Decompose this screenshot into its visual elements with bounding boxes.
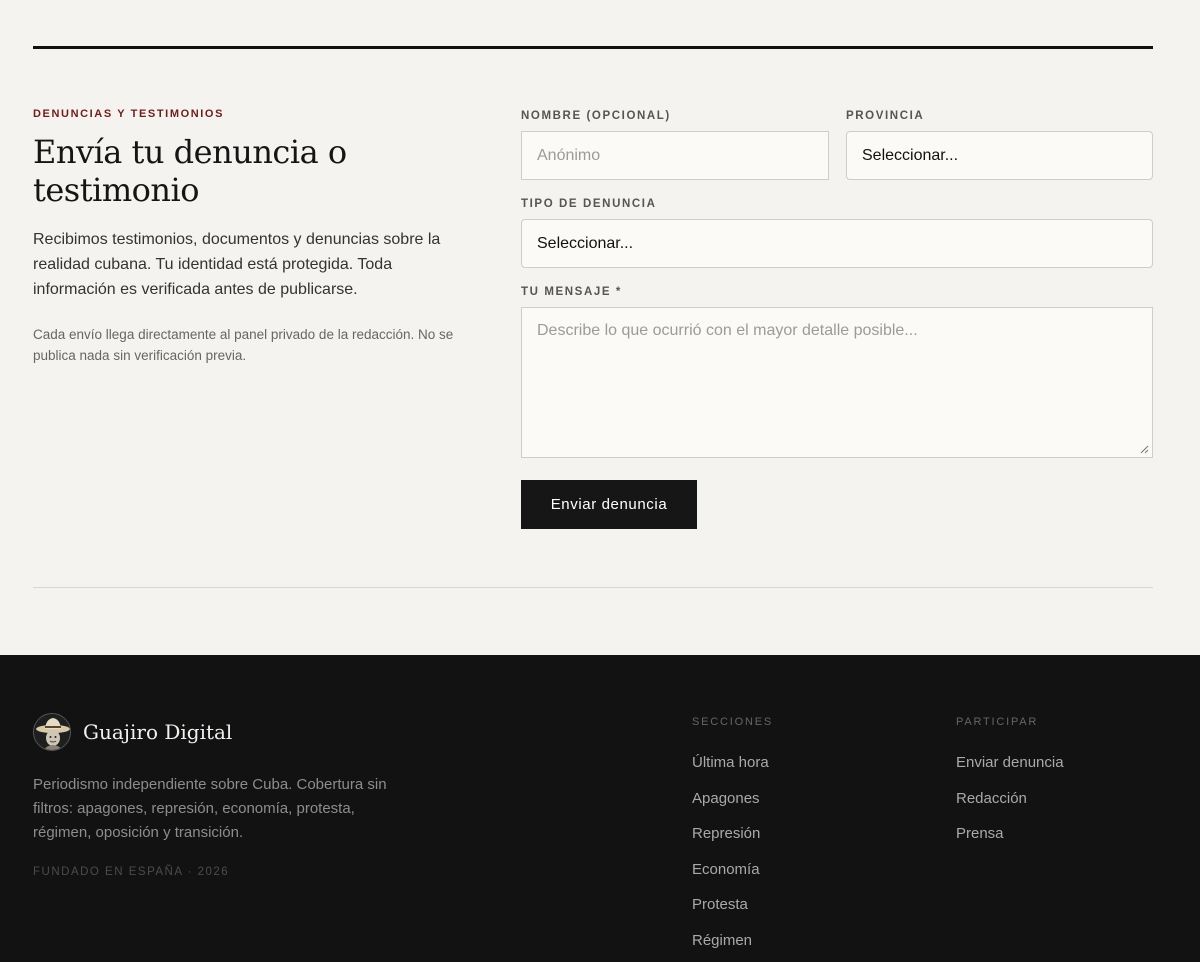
footer-link-ultima-hora[interactable]: Última hora: [692, 754, 769, 790]
footer-link-redaccion[interactable]: Redacción: [956, 790, 1064, 826]
participate-list: Enviar denuncia Redacción Prensa: [956, 754, 1064, 861]
footer-link-represion[interactable]: Represión: [692, 825, 769, 861]
section-eyebrow: DENUNCIAS Y TESTIMONIOS: [33, 108, 225, 120]
footer-link-label[interactable]: Protesta: [692, 896, 748, 913]
guajiro-logo-icon: [33, 713, 71, 751]
footer-link-label[interactable]: Represión: [692, 825, 760, 842]
footer-link-label[interactable]: Régimen: [692, 932, 752, 949]
sections-list: Última hora Apagones Represión Economía …: [692, 754, 769, 962]
footer-link-protesta[interactable]: Protesta: [692, 896, 769, 932]
section-divider: [33, 587, 1153, 588]
footer-link-label[interactable]: Prensa: [956, 825, 1004, 842]
province-select[interactable]: Seleccionar...: [846, 131, 1153, 180]
province-label: PROVINCIA: [846, 110, 925, 122]
message-textarea[interactable]: [521, 307, 1153, 458]
intro-column: DENUNCIAS Y TESTIMONIOS Envía tu denunci…: [33, 108, 463, 366]
submit-complaint-button[interactable]: Enviar denuncia: [521, 480, 697, 529]
footer-link-label[interactable]: Economía: [692, 861, 760, 878]
brand-name: Guajiro Digital: [83, 720, 233, 744]
footer-link-label[interactable]: Última hora: [692, 754, 769, 771]
footer-description: Periodismo independiente sobre Cuba. Cob…: [33, 776, 387, 841]
footer-link-apagones[interactable]: Apagones: [692, 790, 769, 826]
sections-heading: SECCIONES: [692, 716, 773, 728]
footer-link-economia[interactable]: Economía: [692, 861, 769, 897]
resize-grip-icon[interactable]: [1139, 444, 1149, 454]
footer-link-label[interactable]: Enviar denuncia: [956, 754, 1064, 771]
name-input[interactable]: [521, 131, 829, 180]
page-title: Envía tu denuncia o testimonio: [33, 133, 347, 209]
complaint-type-label: TIPO DE DENUNCIA: [521, 198, 657, 210]
footer-founded: FUNDADO EN ESPAÑA · 2026: [33, 866, 230, 878]
complaint-type-select[interactable]: Seleccionar...: [521, 219, 1153, 268]
footer-link-regimen[interactable]: Régimen: [692, 932, 769, 962]
footer-link-label[interactable]: Redacción: [956, 790, 1027, 807]
site-footer: Guajiro Digital Periodismo independiente…: [0, 655, 1200, 962]
footer-link-prensa[interactable]: Prensa: [956, 825, 1064, 861]
participate-heading: PARTICIPAR: [956, 716, 1039, 728]
intro-text: Recibimos testimonios, documentos y denu…: [33, 231, 441, 298]
footer-brand[interactable]: Guajiro Digital: [33, 713, 232, 751]
name-label: NOMBRE (OPCIONAL): [521, 110, 671, 122]
top-divider: [33, 46, 1153, 49]
privacy-note: Cada envío llega directamente al panel p…: [33, 327, 454, 363]
footer-link-enviar-denuncia[interactable]: Enviar denuncia: [956, 754, 1064, 790]
message-label: TU MENSAJE *: [521, 286, 622, 298]
footer-link-label[interactable]: Apagones: [692, 790, 760, 807]
